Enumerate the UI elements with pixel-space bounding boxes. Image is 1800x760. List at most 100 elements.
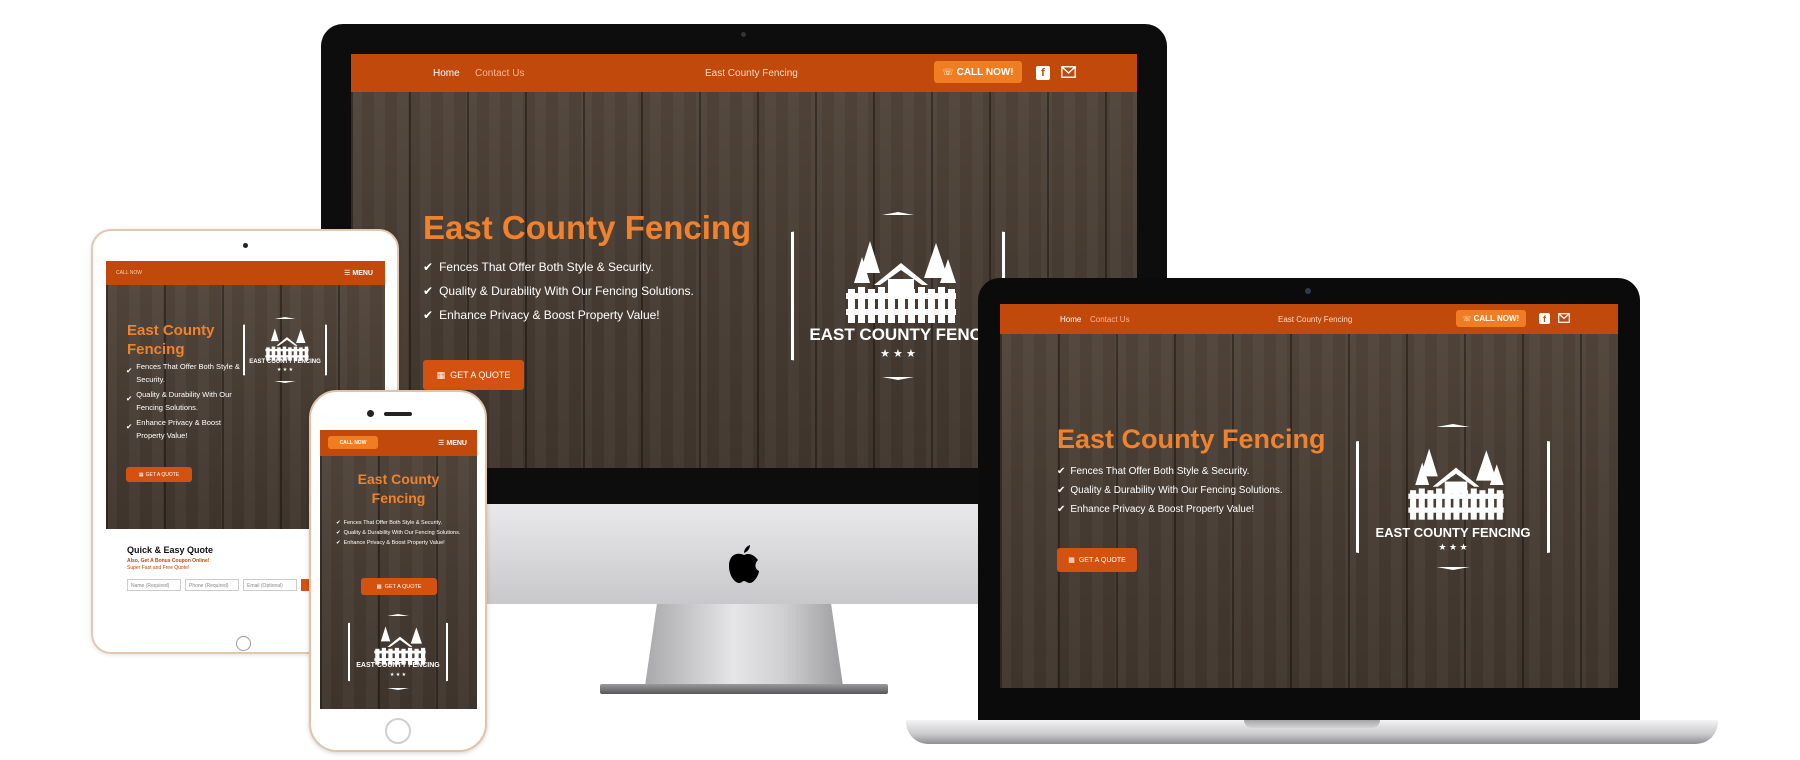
feature-item: ✔ Enhance Privacy & Boost Property Value! (336, 540, 445, 546)
nav-site-title[interactable]: East County Fencing (1278, 315, 1352, 324)
company-logo: EAST COUNTY FENCING ★ ★ ★ (1356, 424, 1550, 570)
nav-contact-link[interactable]: Contact Us (475, 68, 524, 79)
iphone-speaker (384, 412, 412, 416)
imac-camera (741, 32, 746, 37)
check-icon: ✔ (126, 422, 133, 431)
call-now-mini[interactable]: CALL NOW (116, 270, 142, 276)
desktop-navbar: Home Contact Us East County Fencing ☏ CA… (351, 54, 1137, 92)
logo-stars: ★ ★ ★ (880, 348, 916, 360)
hero-feature-list: ✔ Fences That Offer Both Style & Security… (336, 518, 466, 548)
nav-home-link[interactable]: Home (1060, 315, 1081, 324)
macbook-device: Home Contact Us East County Fencing ☏ CA… (978, 278, 1640, 720)
quote-subtitle-2: Super Fast and Free Quote! (127, 565, 190, 571)
call-now-label: CALL NOW! (1473, 314, 1520, 323)
nav-contact-link[interactable]: Contact Us (1090, 315, 1130, 324)
calculator-icon: ▦ (138, 471, 144, 478)
hamburger-icon: ☰ (438, 440, 445, 447)
call-now-button[interactable]: CALL NOW (328, 436, 378, 449)
feature-item: ✔ Quality & Durability With Our Fencing S… (336, 530, 461, 536)
feature-item: ✔ Quality & Durability With Our Fencing S… (423, 284, 694, 298)
quote-form: Name (Required) Phone (Required) Email (… (127, 579, 315, 591)
imac-stand (645, 604, 843, 686)
ipad-home-button (236, 636, 251, 651)
facebook-icon[interactable]: f (1036, 66, 1050, 80)
feature-item: ✔ Fences That Offer Both Style & Security… (423, 260, 654, 274)
phone-field[interactable]: Phone (Required) (185, 579, 239, 591)
check-icon: ✔ (423, 308, 434, 322)
mail-icon[interactable] (1061, 66, 1076, 78)
call-now-button[interactable]: ☏ CALL NOW! (934, 61, 1022, 83)
iphone-device: CALL NOW ☰ MENU East County Fencing ✔ Fen… (309, 390, 487, 752)
macbook-camera (1305, 288, 1311, 294)
check-icon: ✔ (336, 540, 341, 546)
check-icon: ✔ (423, 260, 434, 274)
hero-headline: East County Fencing (357, 471, 440, 506)
company-logo: EAST COUNTY FENCING ★ ★ ★ (348, 614, 448, 690)
ipad-camera (243, 243, 248, 248)
nav-home-link[interactable]: Home (433, 68, 460, 79)
mail-icon[interactable] (1558, 313, 1570, 323)
mobile-navbar: CALL NOW ☰ MENU (320, 430, 477, 456)
check-icon: ✔ (1057, 466, 1066, 477)
email-field[interactable]: Email (Optional) (243, 579, 297, 591)
call-now-label: CALL NOW! (956, 66, 1014, 78)
macbook-hinge-notch (1244, 720, 1380, 728)
feature-item: ✔ Fences That Offer Both Style & Security… (126, 362, 240, 384)
nav-site-title[interactable]: East County Fencing (705, 68, 798, 79)
get-quote-button[interactable]: ▦ GET A QUOTE (126, 467, 192, 482)
calculator-icon: ▦ (376, 583, 382, 590)
logo-stars: ★ ★ ★ (389, 672, 407, 678)
quote-title: Quick & Easy Quote (127, 545, 214, 555)
iphone-screen: CALL NOW ☰ MENU East County Fencing ✔ Fen… (320, 430, 477, 709)
feature-item: ✔ Quality & Durability With Our Fencing S… (1057, 485, 1283, 496)
check-icon: ✔ (423, 284, 434, 298)
get-quote-button[interactable]: ▦ GET A QUOTE (361, 578, 437, 595)
menu-toggle[interactable]: ☰ MENU (438, 439, 467, 447)
iphone-home-button (385, 718, 411, 744)
call-now-button[interactable]: ☏ CALL NOW! (1456, 310, 1526, 327)
phone-icon: ☏ (942, 66, 954, 77)
hero-headline: East County Fencing (423, 209, 752, 246)
hero-feature-list: ✔ Fences That Offer Both Style & Security… (126, 360, 244, 442)
feature-item: ✔ Enhance Privacy & Boost Property Value! (126, 418, 221, 440)
hero-feature-list: ✔ Fences That Offer Both Style & Security… (423, 260, 694, 322)
calculator-icon: ▦ (436, 369, 446, 380)
logo-wordmark: EAST COUNTY FENCING (356, 662, 440, 669)
tablet-navbar: CALL NOW ☰ MENU (106, 261, 385, 285)
check-icon: ✔ (1057, 504, 1066, 515)
macbook-screen: Home Contact Us East County Fencing ☏ CA… (1000, 304, 1618, 688)
company-logo: EAST COUNTY FENCING ★ ★ ★ (243, 317, 327, 383)
hamburger-icon: ☰ (344, 270, 351, 277)
feature-item: ✔ Enhance Privacy & Boost Property Value! (423, 308, 660, 322)
logo-wordmark: EAST COUNTY FENCI (809, 325, 987, 344)
logo-wordmark: EAST COUNTY FENCING (249, 359, 321, 365)
check-icon: ✔ (1057, 485, 1066, 496)
hero-feature-list: ✔ Fences That Offer Both Style & Security… (1057, 466, 1283, 515)
logo-stars: ★ ★ ★ (1438, 542, 1468, 552)
feature-item: ✔ Fences That Offer Both Style & Security… (336, 520, 443, 526)
house-fence-illustration (1408, 448, 1504, 520)
check-icon: ✔ (336, 530, 341, 536)
get-quote-label: GET A QUOTE (450, 370, 511, 380)
calculator-icon: ▦ (1068, 557, 1075, 564)
get-quote-button[interactable]: ▦ GET A QUOTE (423, 360, 524, 390)
laptop-navbar: Home Contact Us East County Fencing ☏ CA… (1000, 304, 1618, 334)
imac-stand-foot (600, 684, 888, 694)
company-logo: EAST COUNTY FENCI ★ ★ ★ (791, 212, 1005, 380)
name-field[interactable]: Name (Required) (127, 579, 181, 591)
feature-item: ✔ Enhance Privacy & Boost Property Value! (1057, 504, 1255, 515)
apple-logo-icon (729, 545, 759, 583)
menu-toggle[interactable]: ☰ MENU (344, 269, 373, 277)
hero-headline: East County Fencing (1057, 424, 1326, 454)
check-icon: ✔ (126, 366, 133, 375)
phone-icon: ☏ (1462, 315, 1472, 323)
iphone-camera (367, 410, 374, 417)
facebook-icon[interactable]: f (1539, 313, 1550, 324)
get-quote-button[interactable]: ▦ GET A QUOTE (1057, 548, 1137, 572)
get-quote-label: GET A QUOTE (1078, 556, 1126, 564)
check-icon: ✔ (126, 394, 133, 403)
feature-item: ✔ Fences That Offer Both Style & Security… (1057, 466, 1250, 477)
feature-item: ✔ Quality & Durability With Our Fencing S… (126, 390, 232, 412)
logo-stars: ★ ★ ★ (276, 367, 294, 373)
hero-headline: East County Fencing (127, 322, 215, 358)
